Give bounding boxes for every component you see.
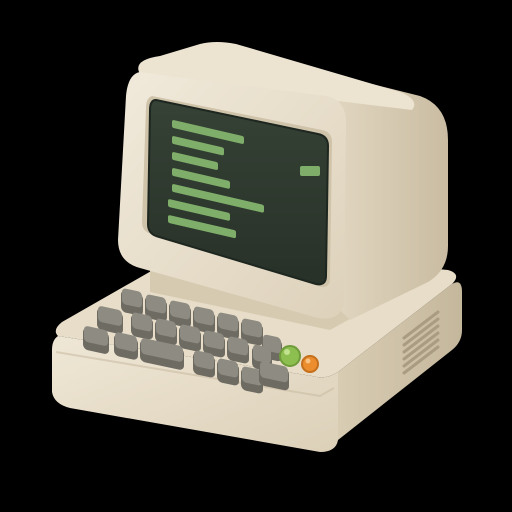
monitor <box>118 42 448 330</box>
green-power-button <box>279 345 301 367</box>
orange-button-highlight <box>305 358 311 364</box>
green-button-highlight <box>284 349 290 355</box>
cursor-block <box>300 166 320 176</box>
retro-computer-icon <box>52 42 462 452</box>
orange-power-button <box>301 355 319 373</box>
